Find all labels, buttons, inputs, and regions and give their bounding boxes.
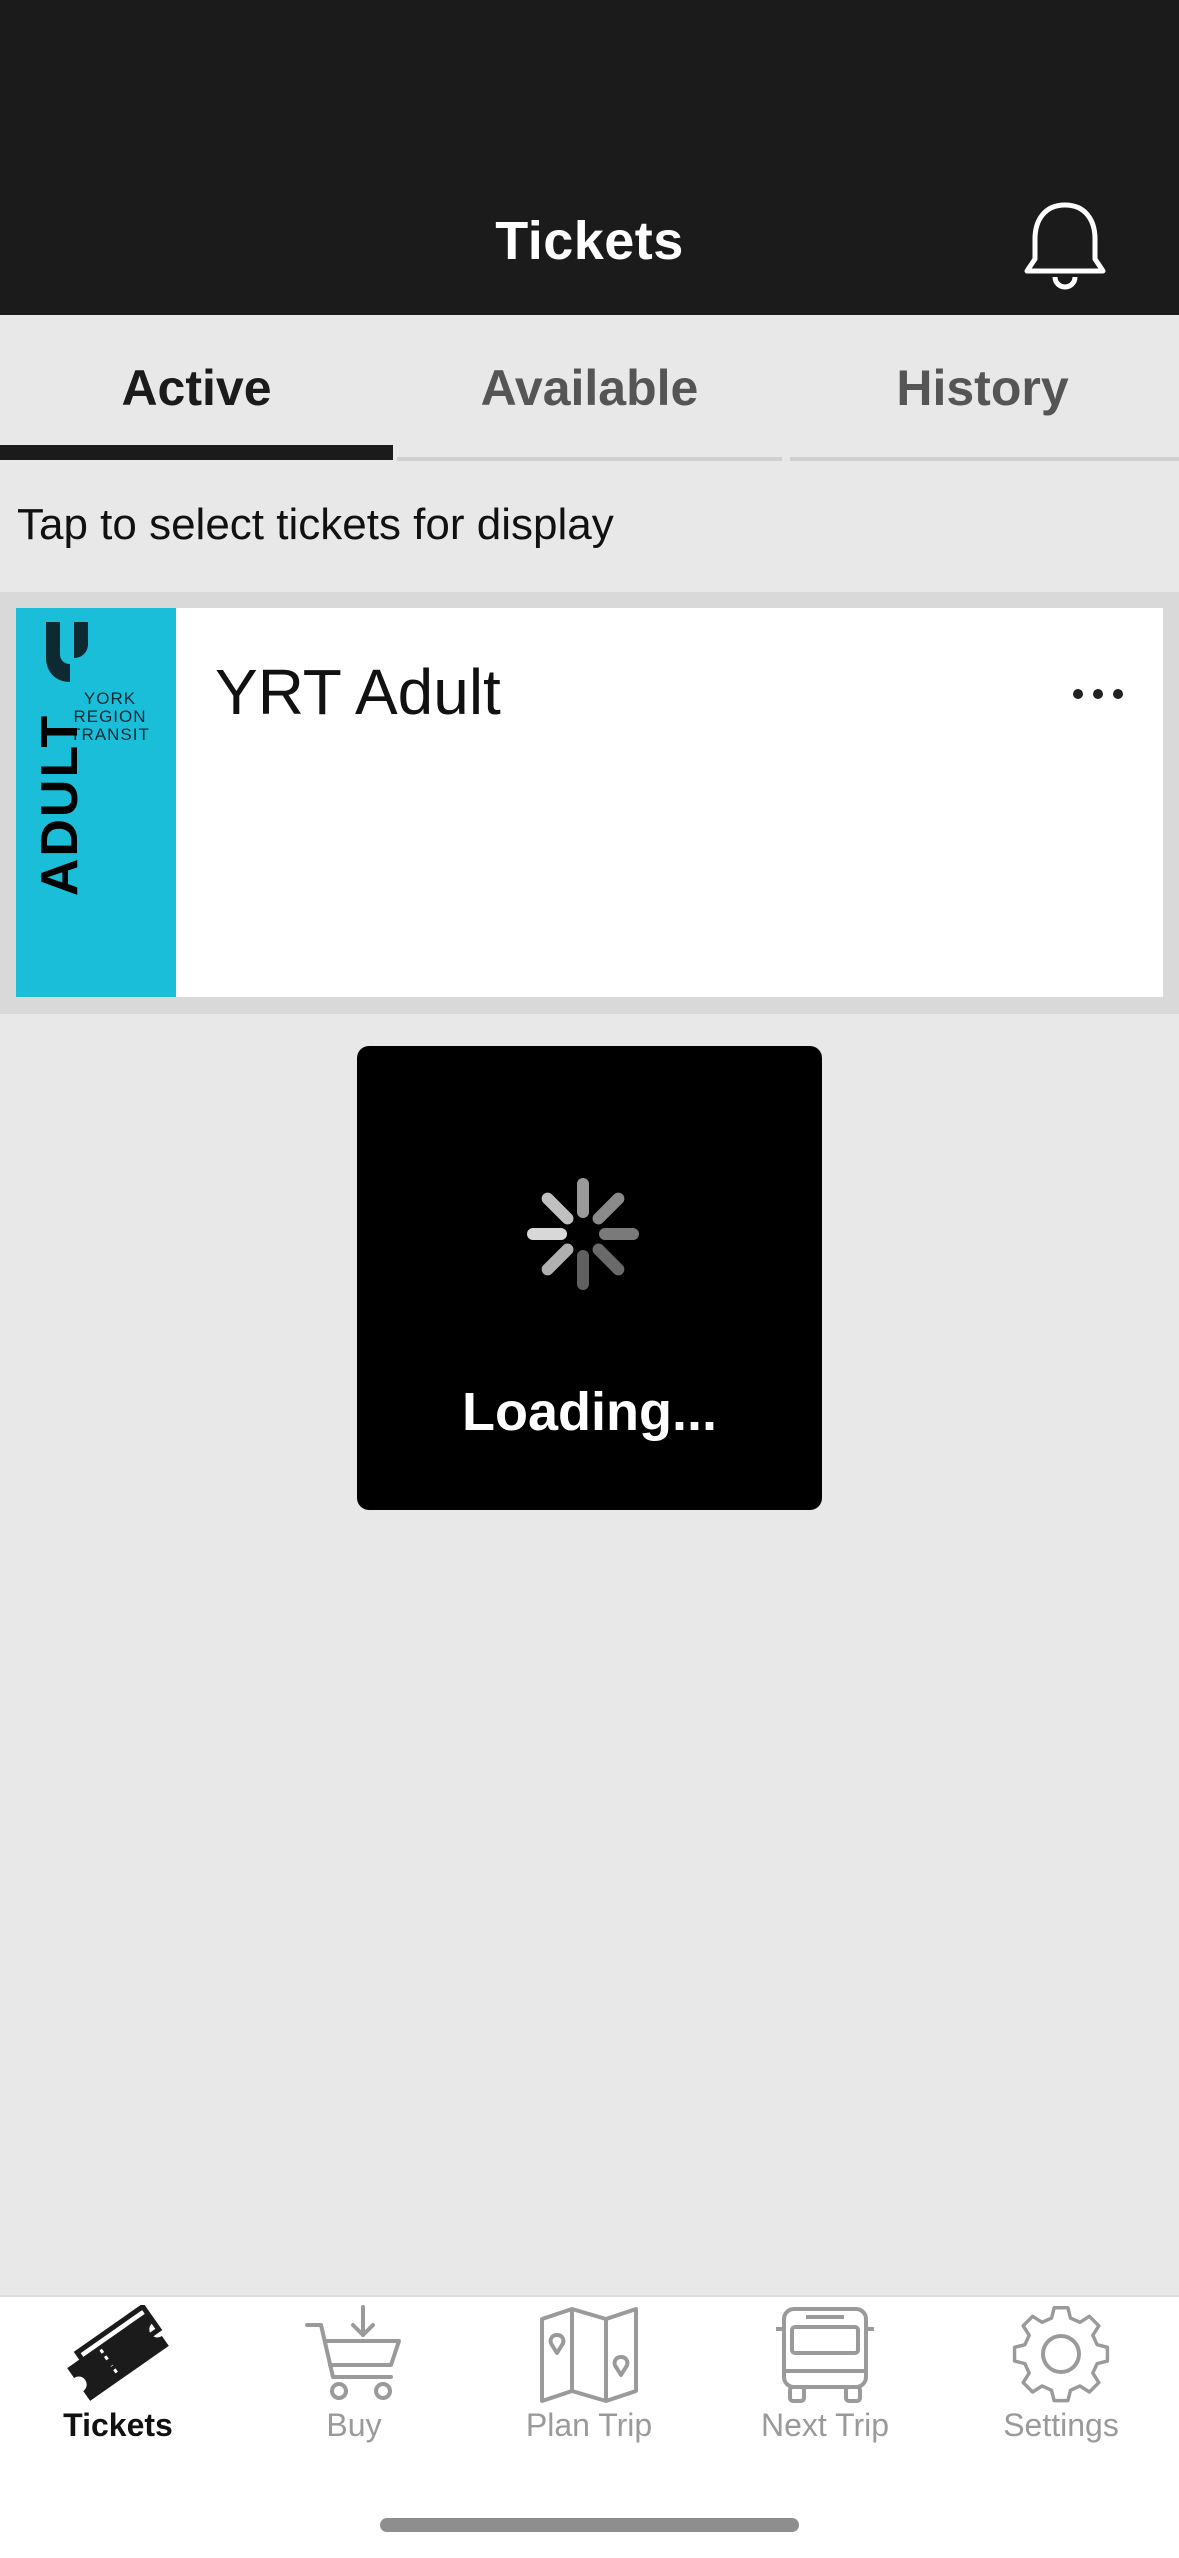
nav-plan-trip[interactable]: Plan Trip — [471, 2305, 707, 2455]
more-horizontal-icon[interactable] — [1072, 688, 1124, 700]
spinner-icon — [527, 1178, 639, 1290]
map-icon — [540, 2307, 638, 2403]
home-indicator[interactable] — [380, 2518, 799, 2532]
nav-buy[interactable]: Buy — [236, 2305, 472, 2455]
cart-icon — [305, 2305, 401, 2400]
ticket-card[interactable] — [16, 608, 1163, 997]
tab-history-label: History — [896, 359, 1069, 416]
tab-divider — [790, 457, 1179, 461]
nav-next-trip-label: Next Trip — [760, 2407, 890, 2443]
yrt-logo-icon — [46, 622, 88, 682]
ticket-icon — [67, 2305, 169, 2401]
tab-active-label: Active — [121, 359, 272, 416]
app-header: Tickets — [0, 0, 1179, 315]
nav-settings-label: Settings — [1003, 2407, 1119, 2443]
tab-active[interactable]: Active — [0, 315, 393, 460]
loading-text: Loading... — [462, 1382, 717, 1442]
tab-available[interactable]: Available — [393, 315, 786, 460]
tab-history[interactable]: History — [786, 315, 1179, 460]
tab-available-label: Available — [480, 359, 699, 416]
page-title: Tickets — [495, 211, 684, 271]
ticket-tabs: Active Available History — [0, 315, 1179, 461]
nav-tickets[interactable]: Tickets — [0, 2305, 236, 2455]
nav-settings[interactable]: Settings — [943, 2305, 1179, 2455]
loading-overlay: Loading... — [357, 1046, 822, 1510]
ticket-type-label: ADULT — [31, 713, 89, 897]
nav-plan-trip-label: Plan Trip — [525, 2407, 653, 2443]
bus-icon — [776, 2307, 874, 2403]
ticket-name: YRT Adult — [215, 656, 501, 728]
select-tickets-hint: Tap to select tickets for display — [17, 500, 614, 549]
bell-icon[interactable] — [1022, 197, 1108, 293]
active-tab-indicator — [0, 445, 393, 460]
gear-icon — [1012, 2305, 1110, 2403]
nav-buy-label: Buy — [326, 2407, 382, 2443]
nav-next-trip[interactable]: Next Trip — [707, 2305, 943, 2455]
nav-tickets-label: Tickets — [63, 2407, 173, 2443]
tab-divider — [397, 457, 782, 461]
